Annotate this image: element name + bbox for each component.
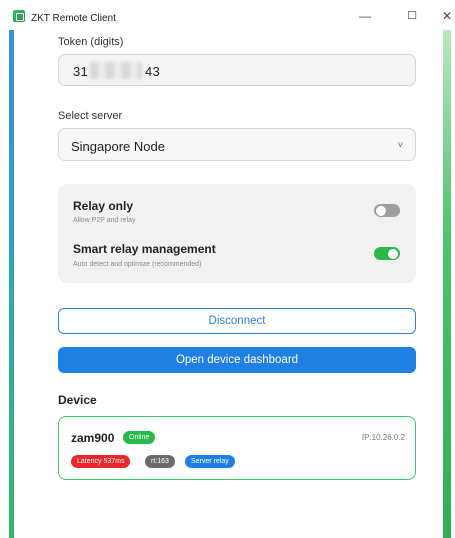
smart-relay-toggle[interactable]: [374, 247, 400, 260]
relay-only-title: Relay only: [73, 199, 134, 213]
toggle-knob: [388, 248, 398, 259]
token-value-suffix: 43: [145, 64, 161, 79]
chevron-down-icon: ˅: [397, 140, 403, 150]
toggle-knob: [376, 205, 386, 216]
token-value-prefix: 31: [73, 64, 89, 79]
connection-mode-badge: Server relay: [185, 455, 235, 468]
disconnect-button[interactable]: Disconnect: [58, 308, 416, 334]
server-selected-value: Singapore Node: [71, 139, 165, 154]
latency-badge: Latency 537ms: [71, 455, 131, 468]
right-accent-strip: [443, 30, 451, 538]
status-badge: Online: [123, 431, 156, 444]
smart-relay-subtitle: Auto detect and optimize (recommended): [73, 261, 202, 268]
title-bar[interactable]: ZKT Remote Client — ☐ ✕: [0, 0, 455, 30]
relay-only-subtitle: Allow P2P and relay: [73, 217, 136, 224]
window-title: ZKT Remote Client: [31, 13, 116, 24]
relay-options-card: Relay only Allow P2P and relay Smart rel…: [58, 184, 416, 283]
server-label: Select server: [58, 110, 123, 122]
minimize-icon[interactable]: —: [355, 8, 375, 24]
device-ip: IP:10.26.0.2: [361, 433, 405, 442]
relay-only-toggle[interactable]: [374, 204, 400, 217]
app-logo-icon: [13, 10, 25, 22]
device-card[interactable]: zam900 Online IP:10.26.0.2 Latency 537ms…: [58, 416, 416, 480]
close-icon[interactable]: ✕: [437, 8, 455, 24]
device-name: zam900: [71, 431, 115, 445]
token-input[interactable]: 31 43: [58, 54, 416, 86]
token-label: Token (digits): [58, 36, 124, 48]
open-dashboard-button[interactable]: Open device dashboard: [58, 347, 416, 373]
smart-relay-title: Smart relay management: [73, 242, 216, 256]
rt-badge: rt:163: [145, 455, 175, 468]
device-section-title: Device: [58, 393, 97, 407]
token-redaction: [90, 62, 142, 79]
maximize-icon[interactable]: ☐: [402, 8, 422, 24]
app-window: ZKT Remote Client — ☐ ✕ Token (digits) 3…: [0, 0, 455, 538]
server-select[interactable]: Singapore Node ˅: [58, 128, 416, 161]
